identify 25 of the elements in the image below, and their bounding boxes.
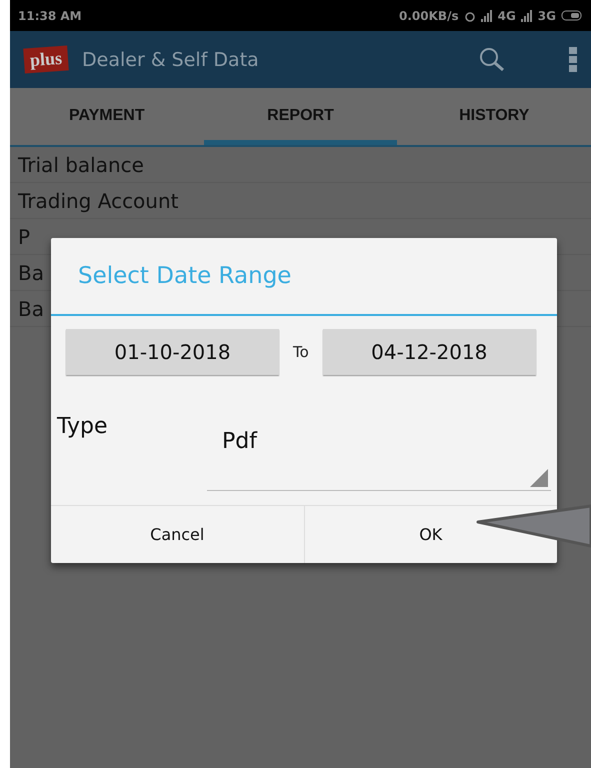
dropdown-corner-icon: [530, 469, 548, 487]
report-item[interactable]: Trial balance: [10, 147, 591, 183]
dialog-button[interactable]: Cancel: [51, 506, 304, 563]
dialog-title: Select Date Range: [51, 238, 557, 316]
battery-icon: [561, 10, 583, 21]
alarm-icon: [464, 10, 476, 22]
network-type: 4G: [498, 8, 516, 22]
network-speed: 0.00KB/s: [399, 8, 459, 22]
from-date-button[interactable]: 01-10-2018: [66, 329, 279, 375]
type-label: Type: [56, 413, 109, 441]
signal-icon: [520, 10, 533, 22]
signal-icon: [480, 10, 493, 22]
status-time: 11:38 AM: [18, 8, 82, 22]
type-dropdown[interactable]: Pdf: [207, 421, 551, 491]
app-logo: plus: [23, 46, 69, 74]
network-type: 3G: [538, 8, 556, 22]
to-date-button[interactable]: 04-12-2018: [322, 329, 536, 375]
tab[interactable]: PAYMENT: [10, 88, 204, 145]
tab[interactable]: HISTORY: [397, 88, 591, 145]
app-title: Dealer & Self Data: [82, 48, 260, 70]
date-separator: To: [293, 343, 309, 361]
search-icon[interactable]: [479, 46, 505, 72]
tab[interactable]: REPORT: [204, 88, 398, 145]
report-item[interactable]: Trading Account: [10, 183, 591, 219]
overflow-menu-icon[interactable]: [569, 46, 577, 72]
